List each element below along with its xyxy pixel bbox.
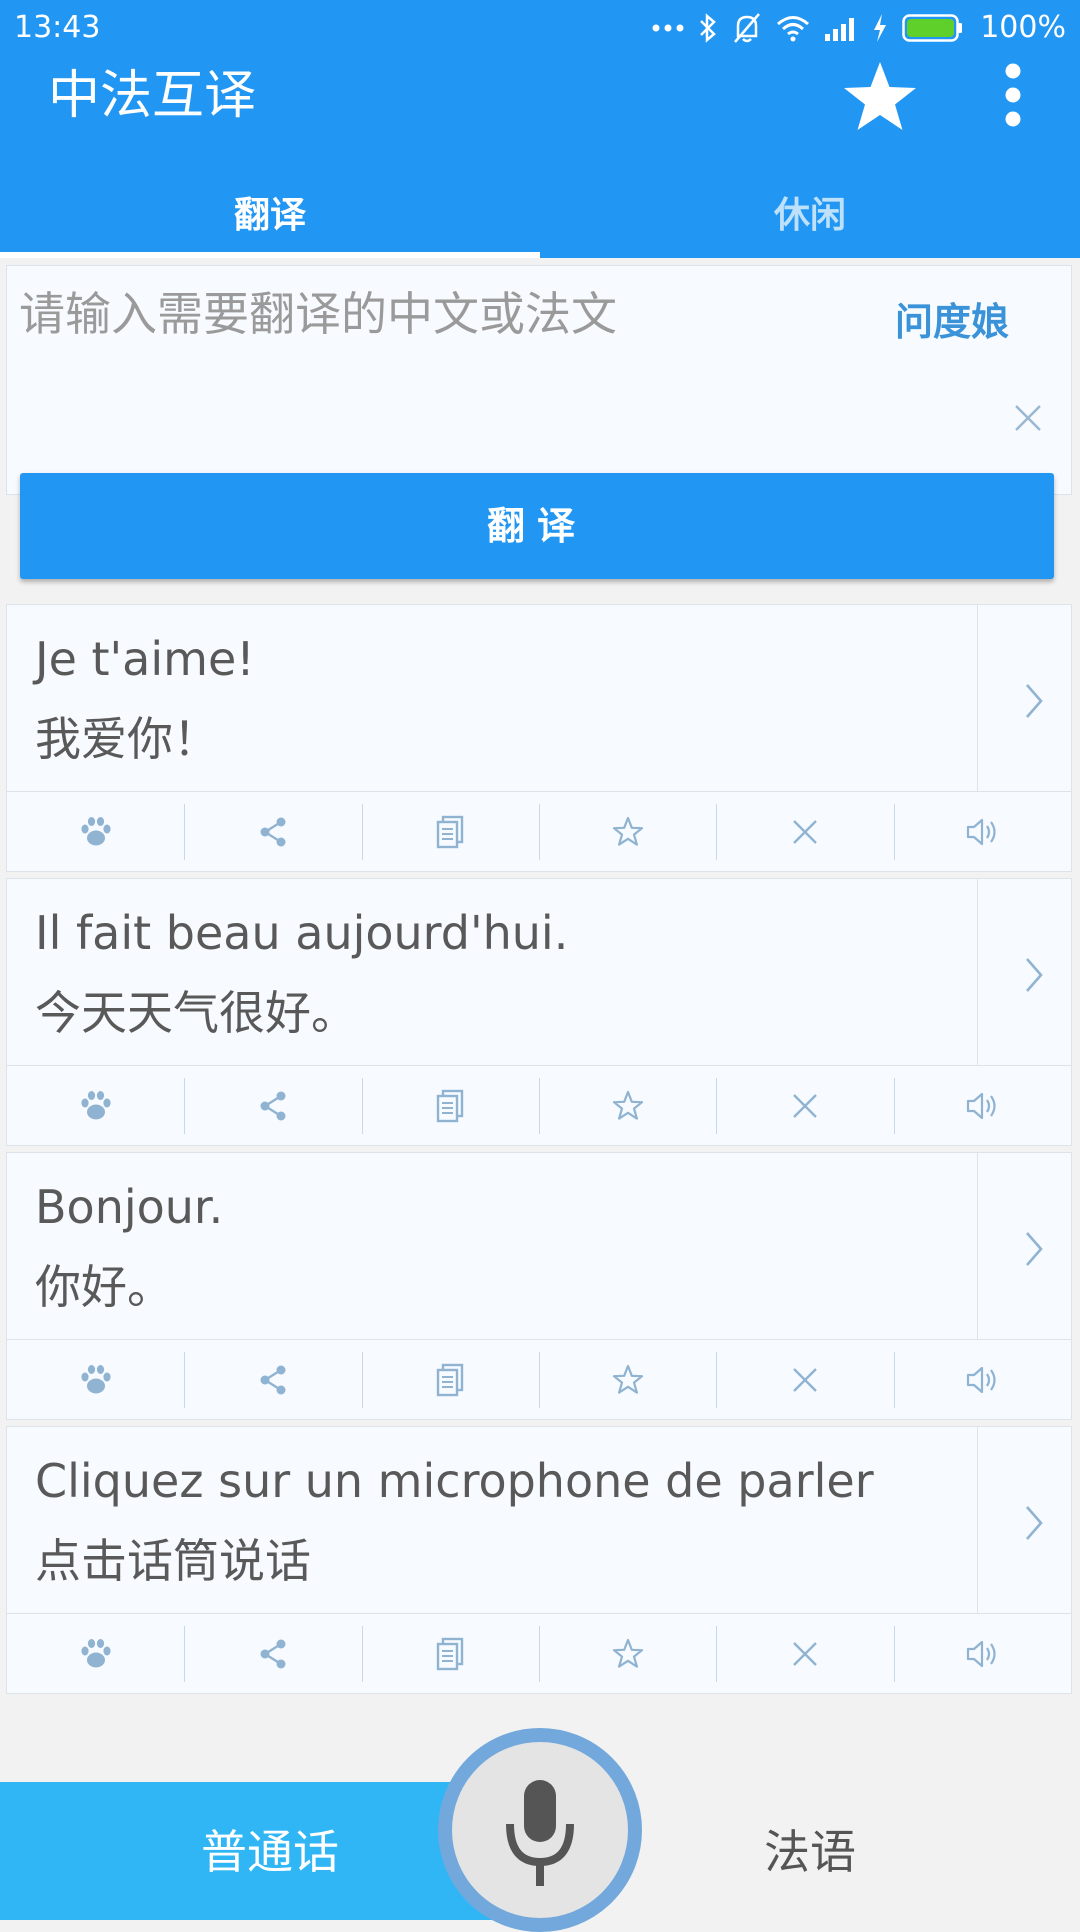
phrase-action-speaker-button[interactable]	[893, 1614, 1071, 1694]
status-icons: 100%	[652, 8, 1066, 48]
translate-button[interactable]: 翻译	[20, 473, 1054, 579]
bluetooth-icon	[700, 13, 717, 43]
phrase-card: Il fait beau aujourd'hui. 今天天气很好。	[6, 878, 1072, 1146]
paw-icon	[81, 1365, 111, 1394]
app-title: 中法互译	[48, 66, 257, 126]
ask-baidu-link[interactable]: 问度娘	[895, 292, 1009, 352]
translation-input-card: 请输入需要翻译的中文或法文 问度娘	[6, 265, 1072, 495]
copy-icon	[437, 1637, 464, 1671]
chevron-right-icon[interactable]	[1019, 1229, 1049, 1269]
microphone-button[interactable]	[438, 1728, 642, 1932]
phrase-action-star-outline-button[interactable]	[538, 792, 716, 872]
more-dots-icon	[652, 24, 684, 32]
phrase-action-copy-button[interactable]	[361, 1340, 539, 1420]
phrase-french: Cliquez sur un microphone de parler	[35, 1454, 874, 1508]
phrase-action-share-button[interactable]	[184, 792, 361, 872]
chevron-right-icon[interactable]	[1019, 955, 1049, 995]
paw-icon	[81, 1091, 111, 1120]
delete-x-icon	[793, 1094, 817, 1118]
phrase-action-delete-x-button[interactable]	[716, 1340, 893, 1420]
share-icon	[260, 1091, 286, 1121]
phrase-text-area[interactable]: Bonjour. 你好。	[7, 1153, 978, 1339]
phrase-action-star-outline-button[interactable]	[538, 1614, 716, 1694]
paw-icon	[81, 817, 111, 846]
battery-percentage: 100%	[980, 10, 1066, 45]
phrase-action-paw-button[interactable]	[7, 792, 184, 872]
star-outline-icon	[612, 1090, 643, 1120]
app-header: 13:43 100% 中法互译 翻译 休闲	[0, 0, 1080, 258]
phrase-chinese: 今天天气很好。	[35, 986, 357, 1040]
copy-icon	[437, 1089, 464, 1123]
tab-bar: 翻译 休闲	[0, 170, 1080, 258]
delete-x-icon	[793, 820, 817, 844]
phrase-card: Je t'aime! 我爱你！	[6, 604, 1072, 872]
share-icon	[260, 1639, 286, 1669]
tab-translate[interactable]: 翻译	[0, 170, 540, 258]
phrase-text-area[interactable]: Cliquez sur un microphone de parler 点击话筒说…	[7, 1427, 978, 1613]
phrase-chinese: 我爱你！	[35, 712, 219, 766]
silent-bell-icon	[734, 13, 761, 43]
phrase-actions	[7, 1613, 1071, 1694]
delete-x-icon	[793, 1642, 817, 1666]
phrase-action-paw-button[interactable]	[7, 1614, 184, 1694]
paw-icon	[81, 1639, 111, 1668]
phrase-chinese: 点击话筒说话	[35, 1534, 311, 1588]
signal-icon	[825, 18, 855, 41]
phrase-actions	[7, 1065, 1071, 1146]
microphone-icon	[506, 1780, 574, 1886]
phrase-action-delete-x-button[interactable]	[716, 792, 893, 872]
chevron-right-icon[interactable]	[1019, 1503, 1049, 1543]
wifi-icon	[777, 16, 810, 42]
translation-input[interactable]: 请输入需要翻译的中文或法文	[19, 282, 617, 346]
phrase-actions	[7, 791, 1071, 872]
speaker-icon	[967, 818, 996, 846]
phrase-french: Je t'aime!	[35, 632, 255, 686]
tab-leisure[interactable]: 休闲	[540, 170, 1080, 258]
phrase-text-area[interactable]: Il fait beau aujourd'hui. 今天天气很好。	[7, 879, 978, 1065]
phrase-french: Bonjour.	[35, 1180, 224, 1234]
status-bar: 13:43 100%	[0, 0, 1080, 56]
star-outline-icon	[612, 816, 643, 846]
phrase-action-star-outline-button[interactable]	[538, 1066, 716, 1146]
phrase-chinese: 你好。	[35, 1260, 173, 1314]
phrase-action-copy-button[interactable]	[361, 1614, 539, 1694]
tab-indicator	[0, 252, 540, 258]
star-outline-icon	[612, 1364, 643, 1394]
battery-icon	[902, 14, 963, 42]
status-time: 13:43	[14, 10, 101, 45]
chevron-right-icon[interactable]	[1019, 681, 1049, 721]
phrase-action-copy-button[interactable]	[361, 792, 539, 872]
phrase-action-speaker-button[interactable]	[893, 1340, 1071, 1420]
delete-x-icon	[793, 1368, 817, 1392]
phrase-card: Bonjour. 你好。	[6, 1152, 1072, 1420]
phrase-action-speaker-button[interactable]	[893, 1066, 1071, 1146]
speaker-icon	[967, 1366, 996, 1394]
phrase-action-copy-button[interactable]	[361, 1066, 539, 1146]
phrase-action-share-button[interactable]	[184, 1340, 361, 1420]
copy-icon	[437, 1363, 464, 1397]
clear-input-icon[interactable]	[1010, 400, 1046, 436]
charging-icon	[874, 14, 887, 42]
phrase-action-star-outline-button[interactable]	[538, 1340, 716, 1420]
phrase-card: Cliquez sur un microphone de parler 点击话筒说…	[6, 1426, 1072, 1694]
share-icon	[260, 817, 286, 847]
phrase-action-delete-x-button[interactable]	[716, 1066, 893, 1146]
phrase-action-delete-x-button[interactable]	[716, 1614, 893, 1694]
share-icon	[260, 1365, 286, 1395]
phrase-action-share-button[interactable]	[184, 1066, 361, 1146]
phrase-action-speaker-button[interactable]	[893, 792, 1071, 872]
speaker-icon	[967, 1640, 996, 1668]
star-icon[interactable]	[840, 58, 920, 138]
phrase-french: Il fait beau aujourd'hui.	[35, 906, 569, 960]
phrase-text-area[interactable]: Je t'aime! 我爱你！	[7, 605, 978, 791]
phrase-action-paw-button[interactable]	[7, 1066, 184, 1146]
phrase-action-paw-button[interactable]	[7, 1340, 184, 1420]
speaker-icon	[967, 1092, 996, 1120]
phrase-action-share-button[interactable]	[184, 1614, 361, 1694]
more-vert-icon[interactable]	[988, 62, 1038, 128]
phrase-actions	[7, 1339, 1071, 1420]
star-outline-icon	[612, 1638, 643, 1668]
copy-icon	[437, 815, 464, 849]
